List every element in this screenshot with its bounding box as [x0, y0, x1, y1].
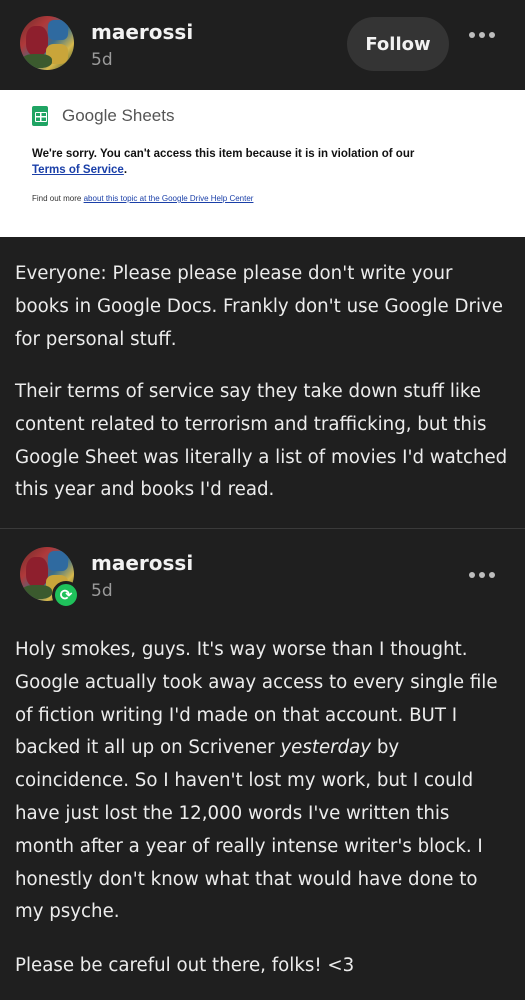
- username[interactable]: maerossi: [91, 20, 193, 44]
- reblog-closing: Please be careful out there, folks! <3: [15, 955, 355, 976]
- post-header: maerossi 5d Follow: [0, 0, 525, 90]
- reblog-time[interactable]: 5d: [91, 581, 113, 601]
- avatar[interactable]: [20, 16, 74, 70]
- more-options-icon[interactable]: [469, 32, 495, 38]
- google-sheets-icon: [32, 106, 48, 126]
- reblog-paragraph: Holy smokes, guys. It's way worse than I…: [15, 639, 498, 923]
- post-paragraph-2: Their terms of service say they take dow…: [15, 381, 508, 501]
- help-footer: Find out more about this topic at the Go…: [32, 194, 254, 203]
- reblog-header: ⟳ maerossi 5d: [0, 529, 525, 619]
- post-time[interactable]: 5d: [91, 50, 113, 70]
- more-options-icon[interactable]: [469, 572, 495, 578]
- follow-button[interactable]: Follow: [347, 17, 449, 71]
- embedded-screenshot: Google Sheets We're sorry. You can't acc…: [0, 90, 525, 237]
- reblog-username[interactable]: maerossi: [91, 551, 193, 575]
- violation-message: We're sorry. You can't access this item …: [32, 148, 415, 176]
- terms-link: Terms of Service: [32, 164, 124, 176]
- reblog-icon: ⟳: [52, 581, 80, 609]
- google-sheets-title: Google Sheets: [62, 106, 175, 125]
- post-paragraph-1: Everyone: Please please please don't wri…: [15, 263, 503, 350]
- help-center-link: about this topic at the Google Drive Hel…: [83, 194, 254, 203]
